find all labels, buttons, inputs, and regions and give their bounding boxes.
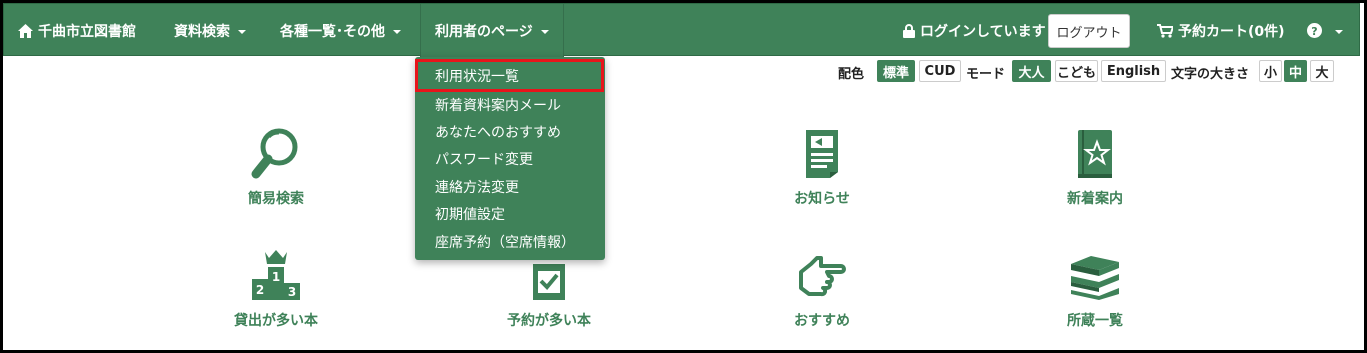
font-size-label: 文字の大きさ <box>1171 66 1250 82</box>
dropdown-item-default-settings[interactable]: 初期値設定 <box>415 200 605 227</box>
dropdown-item-change-password[interactable]: パスワード変更 <box>415 145 605 172</box>
chevron-down-icon <box>393 29 401 34</box>
tile-notice-label: お知らせ <box>794 191 850 207</box>
color-cud-button[interactable]: CUD <box>919 60 961 82</box>
dropdown-item-seat-reservation[interactable]: 座席予約（空席情報） <box>415 228 605 255</box>
tile-holdings-label: 所蔵一覧 <box>1067 313 1123 329</box>
tile-new-arrivals-label: 新着案内 <box>1067 191 1123 207</box>
menu-user-page[interactable]: 利用者のページ <box>420 4 564 57</box>
top-navbar: 千曲市立図書館 資料検索 各種一覧･その他 利用者のページ ログインしています … <box>3 3 1360 57</box>
font-size-small-button[interactable]: 小 <box>1259 60 1282 82</box>
lock-icon <box>903 23 915 38</box>
book-stack-icon <box>1065 246 1125 306</box>
dropdown-item-usage-status[interactable]: 利用状況一覧 <box>415 59 604 92</box>
tile-most-borrowed[interactable]: 12 3 貸出が多い本 <box>201 246 351 336</box>
color-scheme-label: 配色 <box>838 66 865 82</box>
font-size-medium-button[interactable]: 中 <box>1284 60 1307 82</box>
cart-icon <box>1157 23 1173 38</box>
menu-lists-label: 各種一覧･その他 <box>280 23 385 40</box>
ranking-podium-icon: 12 3 <box>246 246 306 306</box>
home-icon <box>18 23 33 38</box>
mode-child-button[interactable]: こども <box>1055 60 1098 82</box>
login-status-label: ログインしています <box>920 23 1046 40</box>
magnifier-icon <box>246 124 306 184</box>
chevron-down-icon <box>1335 29 1343 34</box>
login-status: ログインしています <box>903 4 1046 57</box>
tile-simple-search-label: 簡易検索 <box>248 191 304 207</box>
reservation-cart-link[interactable]: 予約カート(0件) <box>1157 4 1285 57</box>
notice-document-icon <box>792 124 852 184</box>
color-standard-button[interactable]: 標準 <box>877 60 915 82</box>
font-size-large-button[interactable]: 大 <box>1310 60 1334 82</box>
home-link[interactable]: 千曲市立図書館 <box>18 4 136 57</box>
menu-search[interactable]: 資料検索 <box>174 4 246 57</box>
chevron-down-icon <box>238 29 246 34</box>
tile-most-borrowed-label: 貸出が多い本 <box>234 313 318 329</box>
dropdown-item-recommendations[interactable]: あなたへのおすすめ <box>415 118 605 145</box>
dropdown-item-change-contact[interactable]: 連絡方法変更 <box>415 173 605 200</box>
mode-adult-button[interactable]: 大人 <box>1012 60 1051 82</box>
menu-search-label: 資料検索 <box>174 23 230 40</box>
logout-button[interactable]: ログアウト <box>1048 14 1130 48</box>
pointing-hand-icon <box>792 246 852 306</box>
svg-text:1: 1 <box>272 270 280 284</box>
tile-recommended[interactable]: おすすめ <box>747 246 897 336</box>
help-menu[interactable]: ? <box>1307 4 1343 57</box>
menu-user-page-label: 利用者のページ <box>435 23 533 40</box>
svg-text:3: 3 <box>288 285 296 299</box>
tile-recommended-label: おすすめ <box>794 313 850 329</box>
user-page-dropdown-menu: 利用状況一覧 新着資料案内メール あなたへのおすすめ パスワード変更 連絡方法変… <box>415 57 605 260</box>
dropdown-item-new-materials-mail[interactable]: 新着資料案内メール <box>415 91 605 118</box>
menu-lists[interactable]: 各種一覧･その他 <box>280 4 401 57</box>
tile-simple-search[interactable]: 簡易検索 <box>201 124 351 214</box>
chevron-down-icon <box>540 29 549 34</box>
mode-label: モード <box>966 66 1006 82</box>
cart-label: 予約カート(0件) <box>1178 23 1285 40</box>
help-icon: ? <box>1307 23 1322 38</box>
tile-notice[interactable]: お知らせ <box>747 124 897 214</box>
tile-most-reserved-label: 予約が多い本 <box>507 313 591 329</box>
tile-holdings[interactable]: 所蔵一覧 <box>1020 246 1170 336</box>
home-label: 千曲市立図書館 <box>38 23 136 40</box>
svg-text:?: ? <box>1311 25 1317 38</box>
tile-new-arrivals[interactable]: 新着案内 <box>1020 124 1170 214</box>
svg-text:2: 2 <box>256 283 264 297</box>
mode-english-button[interactable]: English <box>1101 60 1166 82</box>
book-star-icon <box>1065 124 1125 184</box>
